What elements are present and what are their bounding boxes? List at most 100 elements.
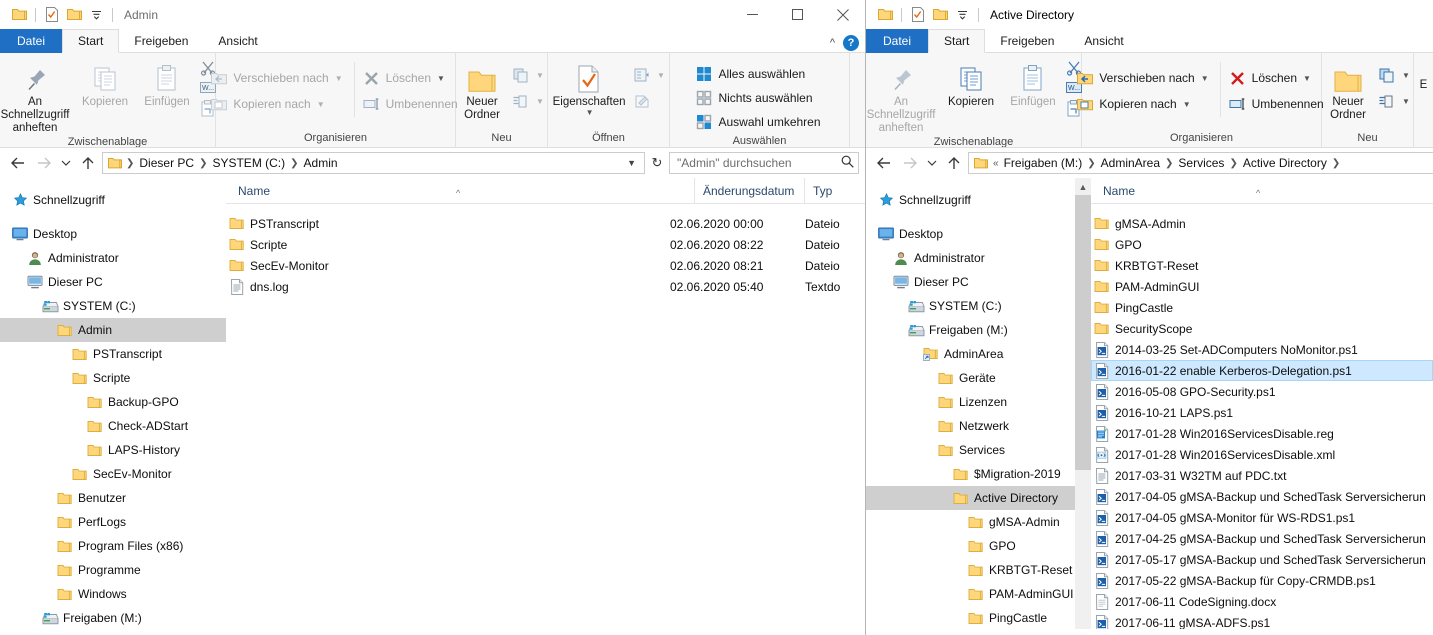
file-list-row[interactable]: 2017-06-11 gMSA-ADFS.ps1 — [1091, 612, 1433, 629]
file-list-row[interactable]: 2017-03-31 W32TM auf PDC.txt — [1091, 465, 1433, 486]
file-list-row[interactable]: GPO — [1091, 234, 1433, 255]
tree-item-migration-2019[interactable]: $Migration-2019 — [866, 462, 1075, 486]
new-folder-icon[interactable] — [63, 4, 85, 26]
properties-icon[interactable] — [41, 4, 63, 26]
file-list-row[interactable]: PAM-AdminGUI — [1091, 276, 1433, 297]
explorer-window-active-directory[interactable]: Active Directory Datei Start Freigeben A… — [866, 0, 1433, 635]
delete-button[interactable]: Löschen ▼ — [1227, 65, 1329, 91]
new-folder-button[interactable]: Neuer Ordner — [1320, 56, 1376, 122]
search-icon[interactable] — [841, 155, 854, 171]
left-ribbon-tabs[interactable]: Datei Start Freigeben Ansicht ^ ? — [0, 29, 865, 53]
easy-access-button[interactable]: ▼ — [510, 88, 549, 114]
tree-item-gmsa-admin[interactable]: gMSA-Admin — [866, 510, 1075, 534]
file-list-row[interactable]: 2017-04-05 gMSA-Backup und SchedTask Ser… — [1091, 486, 1433, 507]
customize-qat-icon[interactable] — [951, 4, 973, 26]
forward-arrow-icon[interactable] — [898, 151, 922, 175]
organize-col-2[interactable]: Löschen ▼ Umbenennen — [353, 62, 463, 117]
left-search-box[interactable]: "Admin" durchsuchen — [669, 152, 859, 174]
pin-to-quick-access-button[interactable]: An Schnellzugriff anheften — [0, 56, 74, 135]
invert-selection-button[interactable]: Auswahl umkehren — [693, 110, 825, 134]
forward-arrow-icon[interactable] — [32, 151, 56, 175]
file-list-row[interactable]: 2016-05-08 GPO-Security.ps1 — [1091, 381, 1433, 402]
chevron-down-icon[interactable]: ▼ — [317, 100, 325, 109]
chevron-down-icon[interactable]: ▼ — [586, 108, 594, 117]
open-button[interactable]: ▼ — [631, 62, 670, 88]
minimize-icon[interactable] — [730, 0, 775, 29]
paste-button[interactable]: Einfügen — [136, 56, 198, 109]
left-file-list-pane[interactable]: Name ^ Änderungsdatum Typ PSTranscript 02… — [226, 178, 865, 629]
crumb-overflow-icon[interactable]: « — [991, 158, 1001, 169]
edit-button[interactable] — [631, 88, 670, 114]
select-none-button[interactable]: Nichts auswählen — [693, 86, 825, 110]
ribbon-tab-right-controls[interactable]: ^ ? — [830, 35, 859, 51]
file-list-row[interactable]: KRBTGT-Reset — [1091, 255, 1433, 276]
collapse-ribbon-icon[interactable]: ^ — [830, 37, 835, 49]
file-list-row[interactable]: 2017-01-28 Win2016ServicesDisable.reg — [1091, 423, 1433, 444]
right-ribbon-tabs[interactable]: Datei Start Freigeben Ansicht — [866, 29, 1433, 53]
file-list-row[interactable]: 2017-01-28 Win2016ServicesDisable.xml — [1091, 444, 1433, 465]
select-buttons[interactable]: Alles auswählen Nichts auswählen Auswahl… — [693, 59, 825, 134]
tree-item-gpo[interactable]: GPO — [866, 534, 1075, 558]
right-crumbs[interactable]: « Freigaben (M:) ❯ AdminArea ❯ Services … — [991, 156, 1431, 170]
tree-item-laps-history[interactable]: LAPS-History — [0, 438, 226, 462]
folder-icon[interactable] — [874, 4, 896, 26]
tab-ansicht[interactable]: Ansicht — [1069, 29, 1138, 53]
tree-item-adminarea[interactable]: AdminArea — [866, 342, 1075, 366]
left-navigation-pane[interactable]: Schnellzugriff Desktop Administrator Dieser… — [0, 178, 226, 629]
copy-to-button[interactable]: Kopieren nach ▼ — [208, 91, 347, 117]
help-icon[interactable]: ? — [843, 35, 859, 51]
file-list-row[interactable]: 2017-04-25 gMSA-Backup und SchedTask Ser… — [1091, 528, 1433, 549]
right-navigation-pane[interactable]: Schnellzugriff Desktop Administrator Dieser… — [866, 178, 1075, 629]
crumb-system-c[interactable]: SYSTEM (C:) — [209, 156, 288, 170]
right-ribbon[interactable]: An Schnellzugriff anheften Kopieren Einf… — [866, 53, 1433, 148]
explorer-window-admin[interactable]: Admin Datei Start Freigeben Ansicht ^ ? — [0, 0, 866, 635]
tree-item-pam-admingui[interactable]: PAM-AdminGUI — [866, 582, 1075, 606]
crumb-adminarea[interactable]: AdminArea — [1098, 156, 1163, 170]
crumb-services[interactable]: Services — [1175, 156, 1227, 170]
new-folder-button[interactable]: Neuer Ordner — [454, 56, 510, 122]
organize-col-1[interactable]: Verschieben nach ▼ Kopieren nach ▼ — [1074, 62, 1213, 117]
organize-col-2[interactable]: Löschen ▼ Umbenennen — [1219, 62, 1329, 117]
new-small-buttons[interactable]: ▼ ▼ — [1376, 56, 1415, 114]
column-type[interactable]: Typ — [804, 178, 864, 204]
right-breadcrumb-bar[interactable]: « Freigaben (M:) ❯ AdminArea ❯ Services … — [968, 152, 1433, 174]
organize-col-1[interactable]: Verschieben nach ▼ Kopieren nach ▼ — [208, 62, 347, 117]
paste-button[interactable]: Einfügen — [1002, 56, 1064, 109]
back-arrow-icon[interactable] — [6, 151, 30, 175]
tree-item-schnellzugriff[interactable]: Schnellzugriff — [0, 188, 226, 212]
properties-button[interactable]: Eigenschaften ▼ — [547, 56, 631, 117]
scroll-up-arrow-icon[interactable]: ▲ — [1075, 178, 1091, 195]
left-caption-buttons[interactable] — [730, 0, 865, 29]
right-column-header[interactable]: Name ^ — [1091, 178, 1433, 204]
column-name[interactable]: Name ^ — [226, 178, 694, 204]
tab-ansicht[interactable]: Ansicht — [203, 29, 272, 53]
rename-button[interactable]: Umbenennen — [1227, 91, 1329, 117]
pin-to-quick-access-button[interactable]: An Schnellzugriff anheften — [866, 56, 940, 135]
tree-item-netzwerk[interactable]: Netzwerk — [866, 414, 1075, 438]
chevron-down-icon[interactable]: ▼ — [1201, 74, 1209, 83]
file-list-row[interactable]: 2017-04-05 gMSA-Monitor für WS-RDS1.ps1 — [1091, 507, 1433, 528]
chevron-down-icon[interactable]: ▼ — [536, 71, 544, 80]
tree-item-lizenzen[interactable]: Lizenzen — [866, 390, 1075, 414]
chevron-down-icon[interactable]: ▼ — [657, 71, 665, 80]
tree-item-windows[interactable]: Windows — [0, 582, 226, 606]
tree-item-perflogs[interactable]: PerfLogs — [0, 510, 226, 534]
file-list-row[interactable]: Scripte 02.06.2020 08:22 Dateio — [226, 234, 865, 255]
select-all-button[interactable]: Alles auswählen — [693, 62, 825, 86]
tab-start[interactable]: Start — [62, 29, 120, 53]
tree-item-freigaben-m[interactable]: Freigaben (M:) — [0, 606, 226, 629]
move-to-button[interactable]: Verschieben nach ▼ — [1074, 65, 1213, 91]
tree-item-check-adstart[interactable]: Check-ADStart — [0, 414, 226, 438]
tree-item-backup-gpo[interactable]: Backup-GPO — [0, 390, 226, 414]
crumb-freigaben-m[interactable]: Freigaben (M:) — [1001, 156, 1086, 170]
tree-item-administrator[interactable]: Administrator — [866, 246, 1075, 270]
scrollbar-thumb[interactable] — [1075, 195, 1091, 470]
new-small-buttons[interactable]: ▼ ▼ — [510, 56, 549, 114]
left-file-rows[interactable]: PSTranscript 02.06.2020 00:00 Dateio Script… — [226, 204, 865, 297]
open-small-buttons[interactable]: ▼ — [631, 56, 670, 114]
up-arrow-icon[interactable] — [76, 151, 100, 175]
tree-item-programme[interactable]: Programme — [0, 558, 226, 582]
file-list-row[interactable]: 2016-01-22 enable Kerberos-Delegation.ps… — [1091, 360, 1433, 381]
new-item-button[interactable]: ▼ — [510, 62, 549, 88]
properties-icon[interactable] — [907, 4, 929, 26]
